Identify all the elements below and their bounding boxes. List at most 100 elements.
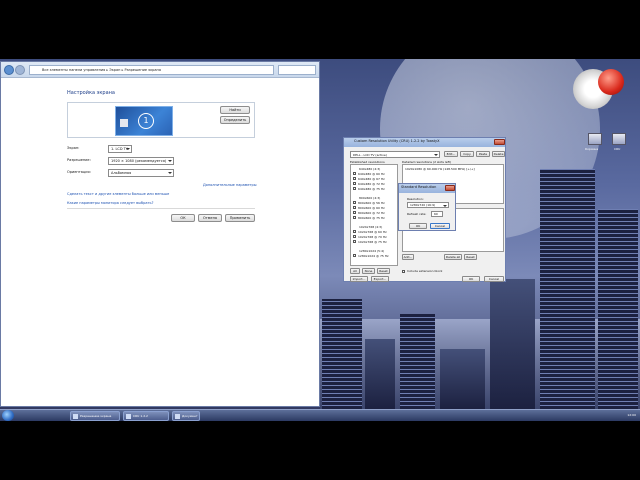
paste-button[interactable]: Paste — [476, 151, 490, 157]
checkbox[interactable] — [353, 206, 356, 209]
text-size-link[interactable]: Сделать текст и другие элементы больше и… — [67, 192, 169, 196]
clock[interactable]: 12:00 — [627, 413, 636, 417]
group-header: 1280x1024 (5:4) — [359, 249, 385, 253]
checkbox[interactable] — [353, 235, 356, 238]
checkbox[interactable] — [353, 201, 356, 204]
identify-button[interactable]: Определить — [220, 116, 250, 124]
resolution-select-value: 1920 × 1080 (рекомендуется) — [111, 159, 167, 163]
resolution-select[interactable]: 1920 × 1080 (рекомендуется) — [108, 157, 174, 165]
copy-button[interactable]: Copy — [460, 151, 474, 157]
taskbar-item[interactable]: Разрешение экрана — [70, 411, 120, 421]
checkbox[interactable] — [353, 211, 356, 214]
forward-icon[interactable] — [15, 65, 25, 75]
refresh-rate-value: 60 — [434, 212, 438, 216]
divider — [67, 208, 255, 209]
wallpaper-building — [440, 349, 485, 409]
list-item: 800x600 @ 75 Hz — [358, 216, 385, 220]
chevron-down-icon — [434, 154, 438, 156]
address-bar: Все элементы панели управления ▸ Экран ▸… — [1, 62, 319, 78]
reset-established-button[interactable]: Reset — [377, 268, 390, 274]
checkbox[interactable] — [353, 182, 356, 185]
device-select-value: DELL - LCD TV (active) — [353, 153, 387, 157]
screen-resolution-window: Все элементы панели управления ▸ Экран ▸… — [0, 61, 320, 407]
apply-button[interactable]: Применить — [225, 214, 255, 222]
cru-titlebar[interactable]: Custom Resolution Utility (CRU) 1.2.2 by… — [344, 138, 505, 147]
back-icon[interactable] — [4, 65, 14, 75]
group-header: 640x480 (4:3) — [359, 167, 381, 171]
ok-button[interactable]: ОК — [171, 214, 195, 222]
checkbox[interactable] — [353, 216, 356, 219]
chevron-down-icon — [168, 172, 172, 174]
cru-shortcut-icon[interactable] — [612, 133, 626, 145]
recycle-bin-label: Корзина — [585, 147, 599, 151]
system-tray: 12:00 — [530, 410, 640, 421]
display-select[interactable]: 1. LCD TV — [108, 145, 132, 153]
select-all-button[interactable]: All — [350, 268, 360, 274]
delete-all-button[interactable]: Delete all — [444, 254, 462, 260]
wallpaper-building — [490, 279, 535, 409]
refresh-rate-label: Refresh rate: — [407, 212, 427, 216]
list-item: 1024x768 @ 70 Hz — [358, 235, 387, 239]
advanced-settings-link[interactable]: Дополнительные параметры — [203, 183, 257, 187]
refresh-rate-input[interactable]: 60 — [431, 211, 443, 217]
wallpaper-building — [322, 299, 362, 409]
select-none-button[interactable]: None — [362, 268, 375, 274]
dialog-titlebar[interactable]: Standard Resolution — [399, 184, 455, 193]
resolution-label: Resolution: — [407, 197, 424, 201]
monitor-thumbnail — [120, 119, 128, 127]
established-list[interactable]: 640x480 (4:3) 640x480 @ 60 Hz 640x480 @ … — [350, 164, 398, 266]
list-item: 1280x1024 @ 75 Hz — [358, 254, 389, 258]
group-header: 800x600 (4:3) — [359, 196, 381, 200]
taskbar-item[interactable]: Документ — [172, 411, 200, 421]
std-ok-button[interactable]: OK — [409, 223, 427, 229]
find-button[interactable]: Найти — [220, 106, 250, 114]
checkbox[interactable] — [353, 177, 356, 180]
close-icon[interactable] — [445, 185, 455, 191]
add-button[interactable]: Add... — [402, 254, 414, 260]
list-item: 1024x768 @ 75 Hz — [358, 240, 387, 244]
breadcrumb-item[interactable]: Все элементы панели управления — [42, 68, 105, 72]
start-button-icon[interactable] — [2, 410, 14, 421]
resolution-label: Разрешение: — [67, 158, 91, 162]
breadcrumb-item[interactable]: Разрешение экрана — [124, 68, 161, 72]
search-input[interactable] — [278, 65, 316, 75]
close-icon[interactable] — [494, 139, 505, 145]
checkbox[interactable] — [353, 240, 356, 243]
std-cancel-button[interactable]: Cancel — [430, 223, 450, 229]
monitor-settings-help-link[interactable]: Какие параметры монитора следует выбрать… — [67, 201, 153, 205]
list-item: 640x480 @ 67 Hz — [358, 177, 385, 181]
list-item: 640x480 @ 60 Hz — [358, 172, 385, 176]
breadcrumb-item[interactable]: Экран — [109, 68, 120, 72]
checkbox[interactable] — [353, 254, 356, 257]
standard-resolution-dialog: Standard Resolution Resolution: 1280x720… — [398, 183, 456, 231]
import-button[interactable]: Import... — [350, 276, 368, 282]
export-button[interactable]: Export... — [371, 276, 389, 282]
checkbox[interactable] — [353, 172, 356, 175]
edit-device-button[interactable]: Edit... — [444, 151, 458, 157]
delete-device-button[interactable]: Delete — [492, 151, 505, 157]
wallpaper-building — [598, 209, 638, 409]
orientation-select[interactable]: Альбомная — [108, 169, 174, 177]
cancel-button[interactable]: Отмена — [198, 214, 222, 222]
weather-gadget[interactable] — [598, 69, 624, 95]
taskbar: Разрешение экрана CRU 1.2.2 Документ 12:… — [0, 409, 640, 421]
taskbar-item[interactable]: CRU 1.2.2 — [123, 411, 169, 421]
orientation-select-value: Альбомная — [111, 171, 132, 175]
wallpaper-building — [400, 314, 435, 409]
monitor-1-tile[interactable]: 1 — [115, 106, 173, 136]
cru-title: Custom Resolution Utility (CRU) 1.2.2 by… — [354, 139, 440, 143]
cru-cancel-button[interactable]: Cancel — [484, 276, 504, 282]
std-resolution-select[interactable]: 1280x720 (16:9) — [407, 202, 449, 208]
display-preview: 1 Найти Определить — [67, 102, 255, 138]
address-input[interactable]: Все элементы панели управления ▸ Экран ▸… — [29, 65, 274, 75]
list-item: 800x600 @ 60 Hz — [358, 206, 385, 210]
reset-standard-button[interactable]: Reset — [464, 254, 477, 260]
device-select[interactable]: DELL - LCD TV (active) — [350, 151, 440, 158]
list-item: 1920x1080 @ 60.000 Hz (148.500 MHz) [+/+… — [405, 167, 475, 171]
checkbox[interactable] — [353, 230, 356, 233]
list-item: 640x480 @ 75 Hz — [358, 187, 385, 191]
recycle-bin-icon[interactable] — [588, 133, 602, 145]
include-extension-checkbox[interactable] — [402, 270, 405, 273]
checkbox[interactable] — [353, 187, 356, 190]
cru-ok-button[interactable]: OK — [462, 276, 480, 282]
